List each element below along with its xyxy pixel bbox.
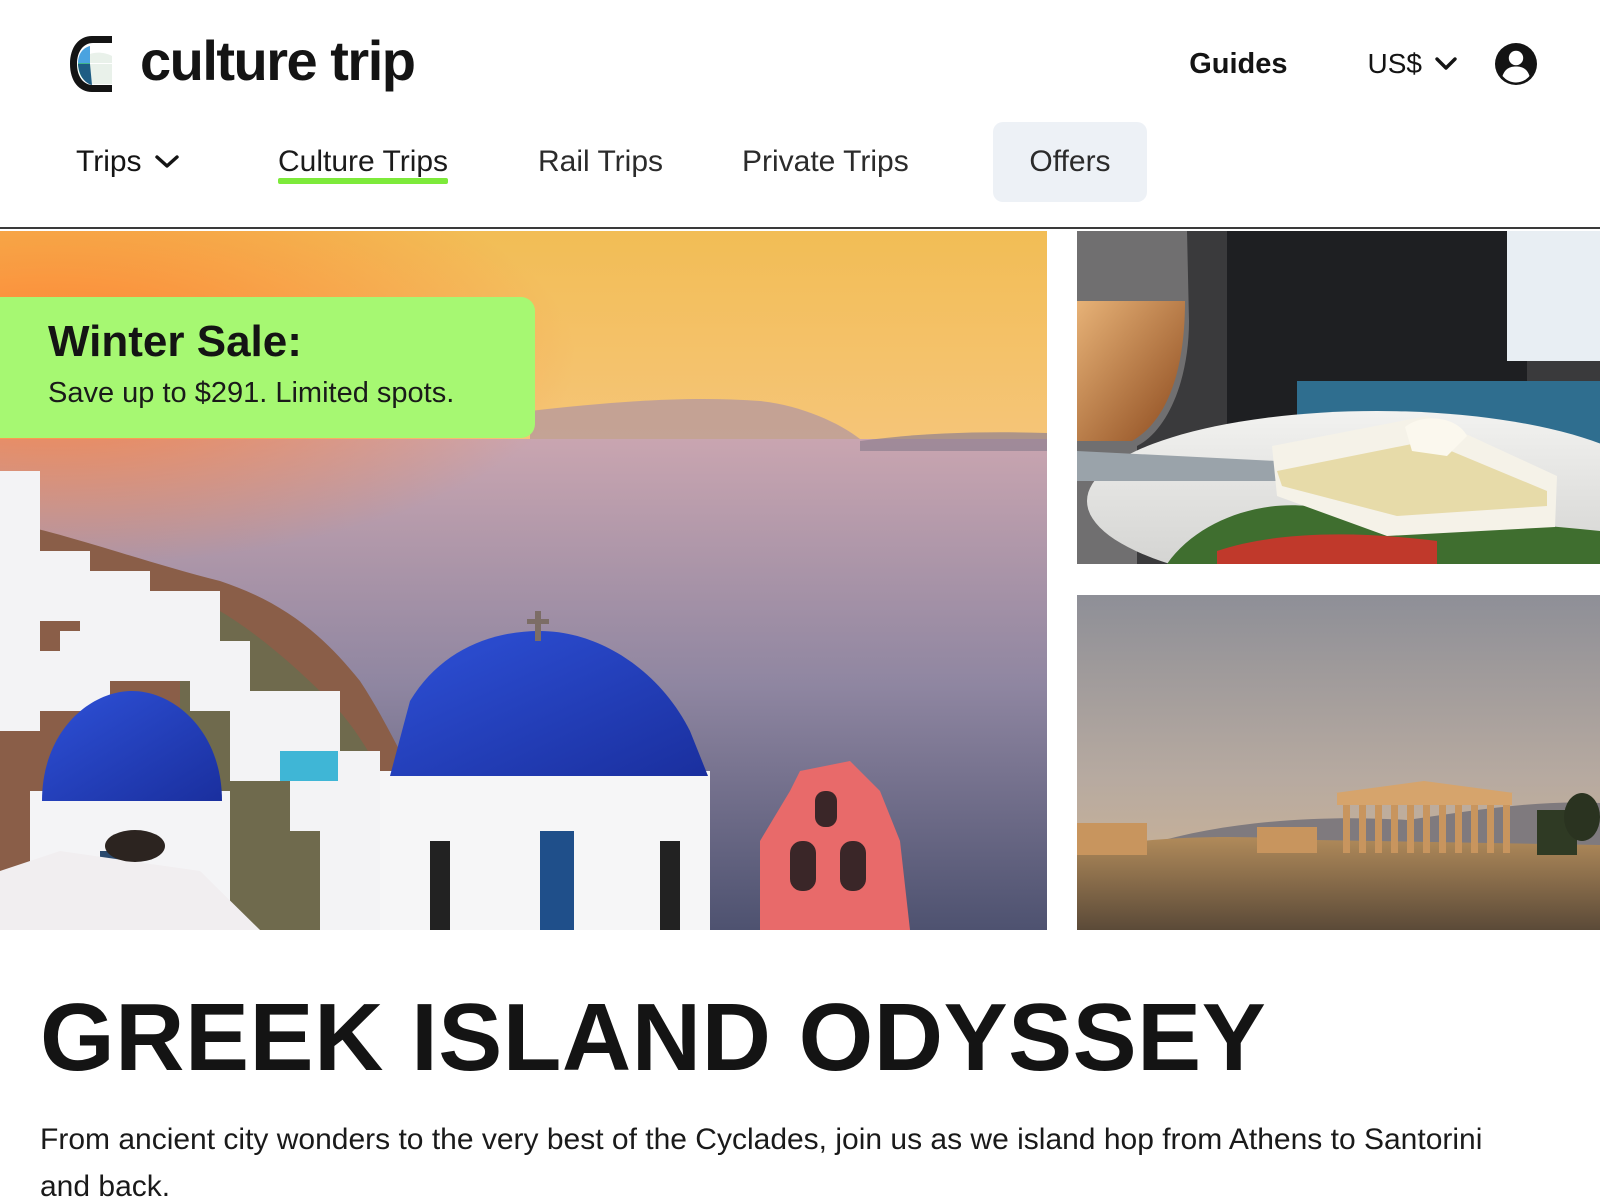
- site-header: culture trip Guides US$ Trips Culture Tr…: [0, 0, 1600, 229]
- trip-title: GREEK ISLAND ODYSSEY: [40, 984, 1267, 1091]
- header-actions: Guides US$: [1189, 42, 1538, 86]
- logo-wordmark: culture trip: [140, 29, 416, 92]
- guides-link[interactable]: Guides: [1189, 48, 1287, 81]
- page: culture trip Guides US$ Trips Culture Tr…: [0, 0, 1600, 1200]
- sale-title: Winter Sale:: [48, 317, 302, 366]
- chevron-down-icon: [154, 155, 179, 168]
- sale-subtitle: Save up to $291. Limited spots.: [48, 377, 455, 410]
- chevron-down-icon: [1435, 57, 1457, 70]
- nav-trips-dropdown[interactable]: Trips: [76, 122, 180, 202]
- currency-selector[interactable]: US$: [1368, 48, 1458, 80]
- gallery-side-image-food[interactable]: [1077, 231, 1600, 564]
- nav-culture-trips[interactable]: Culture Trips: [278, 122, 449, 202]
- nav-trips-label: Trips: [76, 145, 142, 178]
- culture-trip-logo[interactable]: culture trip: [68, 29, 416, 98]
- nav-rail-trips[interactable]: Rail Trips: [538, 122, 663, 202]
- acropolis-photo: [1077, 595, 1600, 930]
- gallery-side-image-acropolis[interactable]: [1077, 595, 1600, 930]
- logo-mark-icon: [70, 36, 112, 92]
- user-circle-icon[interactable]: [1494, 42, 1538, 86]
- winter-sale-banner[interactable]: Winter Sale: Save up to $291. Limited sp…: [0, 297, 535, 438]
- main-nav: Trips Culture Trips Rail Trips Private T…: [0, 122, 1600, 204]
- currency-label: US$: [1367, 48, 1422, 79]
- nav-offers[interactable]: Offers: [993, 122, 1147, 202]
- greek-salad-photo: [1077, 231, 1600, 564]
- nav-private-trips[interactable]: Private Trips: [742, 122, 909, 202]
- trip-description: From ancient city wonders to the very be…: [40, 1123, 1483, 1200]
